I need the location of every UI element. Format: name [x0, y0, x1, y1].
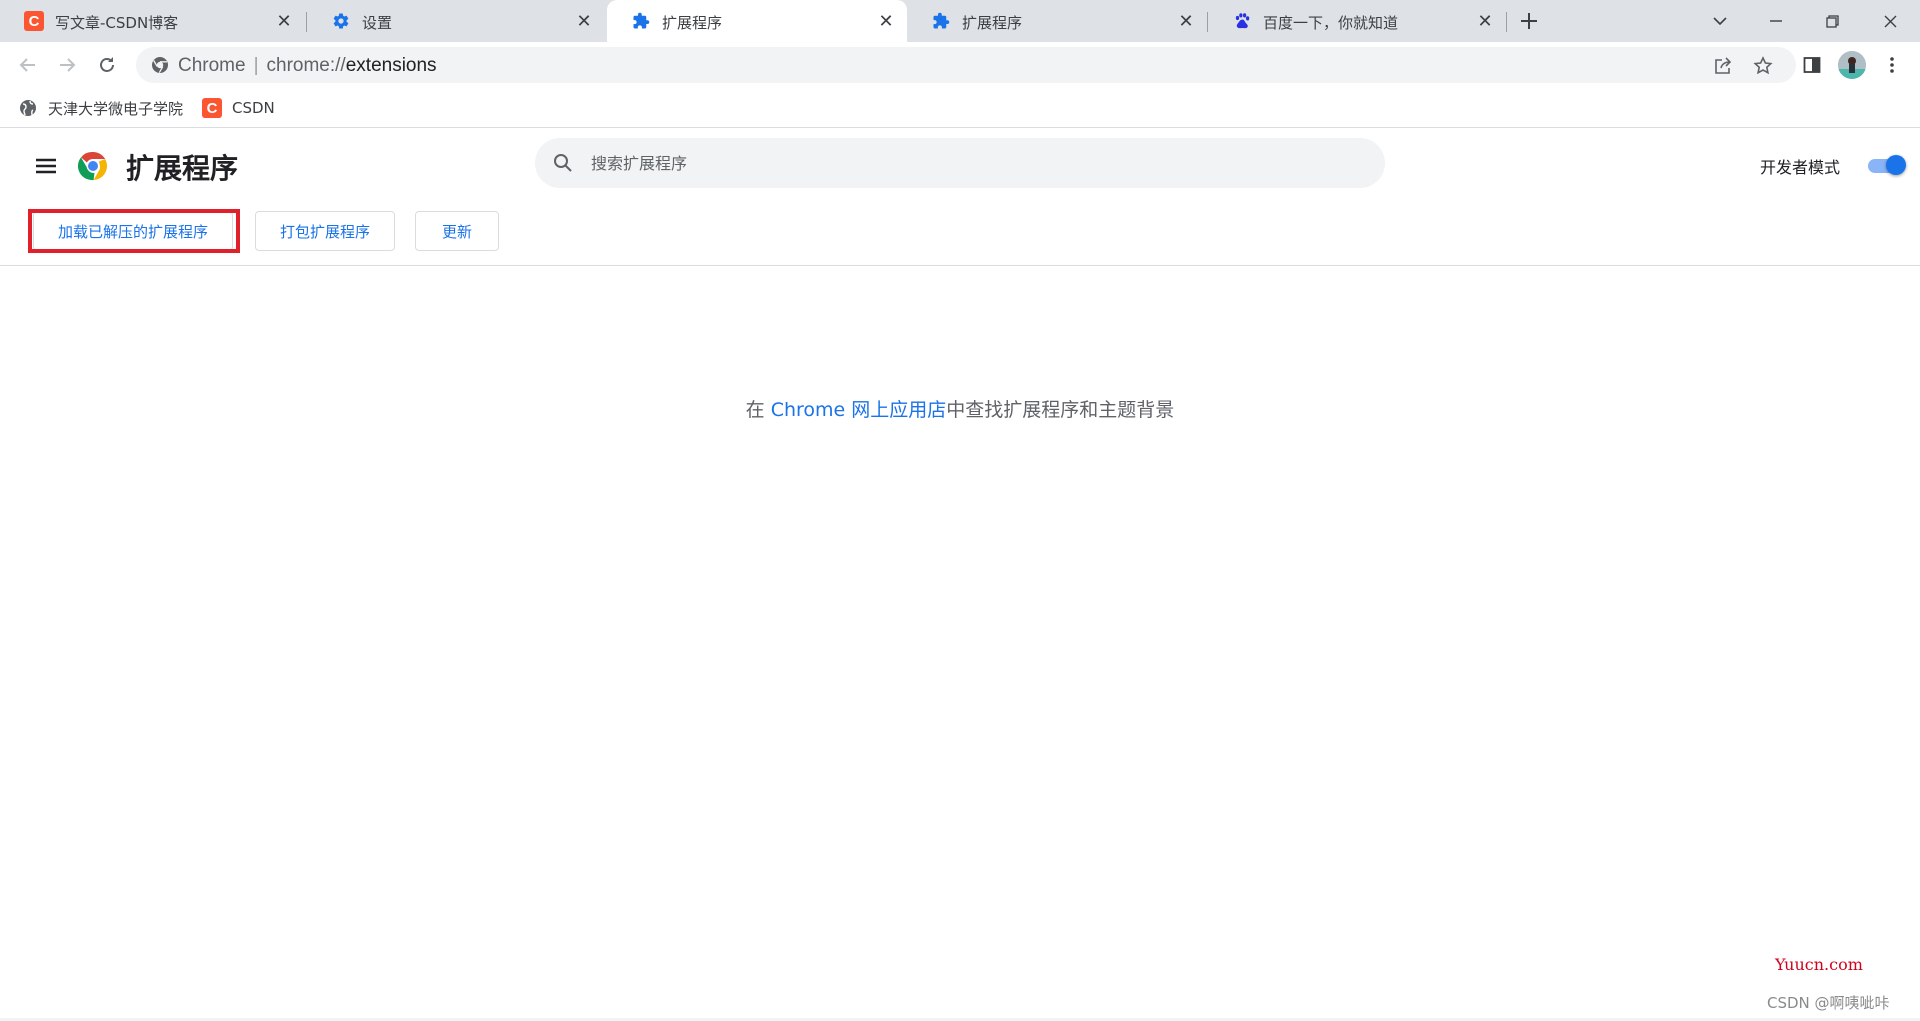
baidu-paw-icon: [1232, 11, 1252, 31]
reload-icon[interactable]: [91, 49, 123, 81]
url-host: chrome://: [266, 55, 346, 76]
close-tab-icon[interactable]: ✕: [875, 10, 897, 32]
tab-strip: C 写文章-CSDN博客 ✕ 设置 ✕ 扩展程序 ✕ 扩展程序 ✕ 百度一下，你…: [0, 0, 1920, 42]
tab-csdn-write[interactable]: C 写文章-CSDN博客 ✕: [0, 0, 305, 42]
close-window-icon[interactable]: [1862, 0, 1918, 42]
bookmark-star-icon[interactable]: [1752, 55, 1774, 77]
hamburger-menu-icon[interactable]: [30, 150, 62, 182]
globe-icon: [18, 98, 38, 118]
tab-title: 扩展程序: [662, 14, 723, 32]
tab-title: 写文章-CSDN博客: [55, 14, 179, 32]
page-title: 扩展程序: [126, 152, 239, 185]
pack-extension-button[interactable]: 打包扩展程序: [255, 211, 395, 251]
site-watermark: Yuucn.com: [1775, 955, 1863, 974]
restore-icon[interactable]: [1804, 0, 1860, 42]
tab-title: 百度一下，你就知道: [1263, 14, 1399, 32]
new-tab-button[interactable]: [1516, 8, 1542, 34]
empty-state-message: 在 Chrome 网上应用店中查找扩展程序和主题背景: [0, 395, 1920, 422]
close-tab-icon[interactable]: ✕: [1175, 10, 1197, 32]
close-tab-icon[interactable]: ✕: [1474, 10, 1496, 32]
minimize-icon[interactable]: [1748, 0, 1804, 42]
url-separator: |: [253, 55, 259, 76]
tab-settings[interactable]: 设置 ✕: [307, 0, 605, 42]
chrome-page-icon[interactable]: [150, 55, 170, 75]
browser-toolbar: Chrome | chrome://extensions: [0, 42, 1920, 88]
url-path: extensions: [345, 55, 437, 76]
dev-mode-label: 开发者模式: [1760, 158, 1841, 177]
address-bar[interactable]: Chrome | chrome://extensions: [136, 47, 1796, 83]
back-arrow-icon[interactable]: [12, 49, 44, 81]
update-button[interactable]: 更新: [415, 211, 499, 251]
search-input[interactable]: [591, 150, 1351, 176]
bookmark-label: CSDN: [232, 99, 275, 117]
profile-avatar[interactable]: [1838, 51, 1866, 79]
bookmark-tju[interactable]: 天津大学微电子学院: [18, 97, 183, 119]
tab-extensions-active[interactable]: 扩展程序 ✕: [607, 0, 907, 42]
close-tab-icon[interactable]: ✕: [573, 10, 595, 32]
bookmark-csdn[interactable]: C CSDN: [202, 97, 275, 119]
csdn-icon: C: [202, 98, 222, 118]
tab-extensions[interactable]: 扩展程序 ✕: [907, 0, 1207, 42]
forward-arrow-icon[interactable]: [51, 49, 83, 81]
author-watermark: CSDN @啊咦呲咔: [1767, 994, 1890, 1012]
tab-title: 扩展程序: [962, 14, 1023, 32]
puzzle-icon: [631, 11, 651, 31]
close-tab-icon[interactable]: ✕: [273, 10, 295, 32]
extensions-header: 扩展程序 开发者模式 加载已解压的扩展程序 打包扩展程序 更新: [0, 129, 1920, 266]
csdn-icon: C: [24, 11, 44, 31]
tab-baidu[interactable]: 百度一下，你就知道 ✕: [1208, 0, 1506, 42]
bookmark-label: 天津大学微电子学院: [48, 99, 184, 118]
tab-search-icon[interactable]: [1692, 0, 1748, 42]
dev-mode-toggle[interactable]: [1866, 154, 1906, 176]
chrome-logo-icon: [77, 151, 108, 181]
tab-title: 设置: [362, 14, 393, 32]
tab-divider: [1506, 12, 1507, 32]
puzzle-icon: [931, 11, 951, 31]
highlight-box: [28, 209, 240, 253]
url-text[interactable]: Chrome | chrome://extensions: [178, 55, 437, 77]
share-icon[interactable]: [1712, 55, 1734, 77]
site-label: Chrome: [178, 55, 246, 76]
toggle-knob: [1886, 155, 1906, 175]
web-store-link[interactable]: Chrome 网上应用店: [771, 399, 947, 421]
side-panel-icon[interactable]: [1796, 49, 1828, 81]
bookmarks-bar: 天津大学微电子学院 C CSDN: [0, 88, 1920, 128]
empty-prefix: 在: [745, 399, 771, 421]
search-icon: [551, 151, 575, 175]
extension-search-box[interactable]: [535, 138, 1385, 188]
settings-gear-icon: [331, 11, 351, 31]
empty-suffix: 中查找扩展程序和主题背景: [946, 399, 1175, 421]
more-menu-icon[interactable]: [1876, 49, 1908, 81]
